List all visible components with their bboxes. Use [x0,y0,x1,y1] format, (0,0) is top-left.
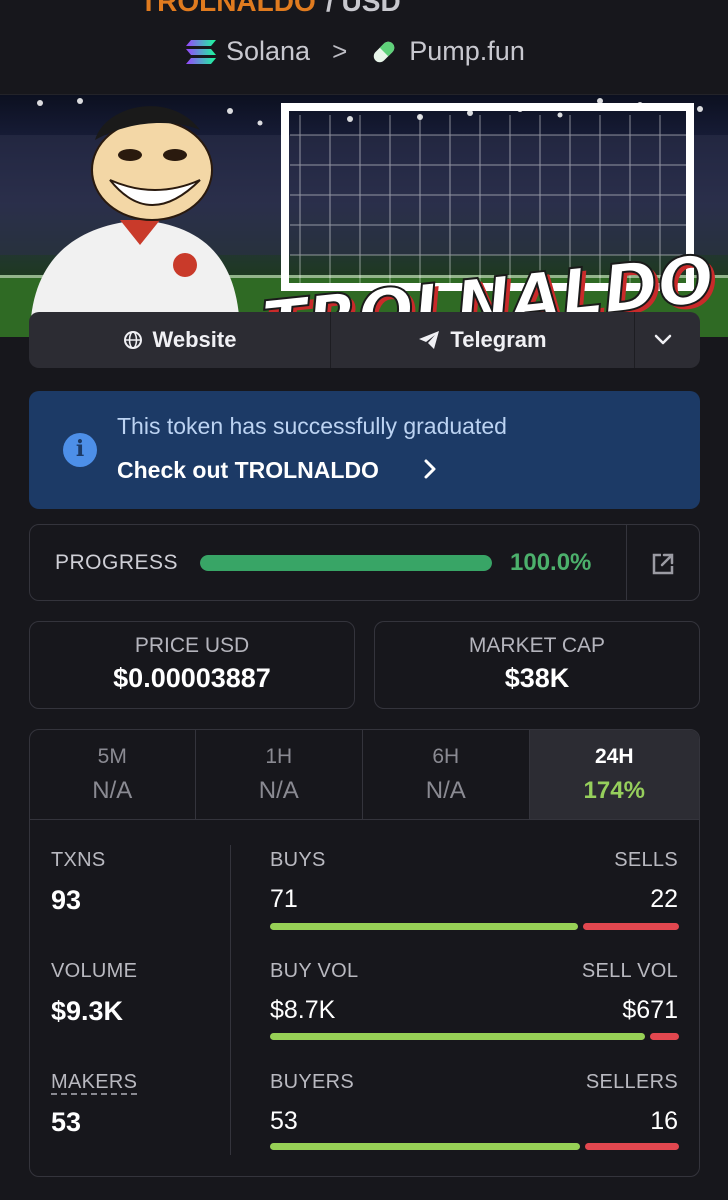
bonding-progress: PROGRESS 100.0% [29,524,700,601]
sells-label: SELLS [614,849,678,871]
price-value: $0.00003887 [113,663,271,693]
tab-label: 1H [265,745,293,768]
buyers-sellers-bar [270,1143,679,1150]
top-bar: TROLNALDO / USD Solana > Pump.fun [0,0,728,95]
more-links-button[interactable] [635,312,700,368]
volume-label: VOLUME [51,960,138,982]
volume-value: $9.3K [51,996,124,1026]
sell-vol-bar [650,1033,679,1040]
buy-vol-label: BUY VOL [270,960,359,982]
dex-name[interactable]: Pump.fun [409,36,525,67]
stats-panel: 5M N/A 1H N/A 6H N/A 24H 174% TXNS 93 VO… [29,729,700,1177]
price-label: PRICE USD [134,634,250,657]
token-title-cut: TROLNALDO / USD [0,0,728,22]
telegram-button[interactable]: Telegram [331,312,635,368]
website-label: Website [152,327,237,352]
chain-breadcrumb: Solana > Pump.fun [186,36,525,67]
sellers-bar [585,1143,679,1150]
telegram-label: Telegram [450,327,547,352]
buyers-label: BUYERS [270,1071,355,1093]
breadcrumb-separator: > [332,36,348,66]
buyers-bar [270,1143,580,1150]
stats-divider [230,845,231,1155]
tab-label: 6H [432,745,460,768]
sell-vol-label: SELL VOL [581,960,678,982]
buys-bar [270,923,578,930]
tab-label: 5M [97,745,127,768]
txns-value: 93 [51,885,82,915]
external-link-icon[interactable] [650,551,676,577]
market-cap-value: $38K [504,663,570,693]
buyers-value: 53 [270,1107,298,1135]
tab-change: N/A [258,777,299,804]
token-pair: / USD [326,0,401,17]
progress-fill [200,555,492,571]
progress-divider [626,525,627,600]
solana-icon [186,39,216,64]
timeframe-tabs: 5M N/A 1H N/A 6H N/A 24H 174% [30,730,699,820]
graduated-link[interactable]: Check out TROLNALDO [117,457,379,484]
market-cap-label: MARKET CAP [468,634,606,657]
sell-vol-value: $671 [622,996,678,1024]
buys-sells-bar [270,923,679,930]
buy-vol-bar [270,1033,645,1040]
progress-label: PROGRESS [55,551,179,574]
tab-change: 174% [583,777,645,804]
token-name: TROLNALDO [140,0,316,17]
progress-percent: 100.0% [510,549,592,576]
graduated-message: This token has successfully graduated [117,413,507,439]
tab-change: N/A [92,777,133,804]
chain-name[interactable]: Solana [226,36,310,67]
volume-split-bar [270,1033,679,1040]
chevron-right-icon[interactable] [423,458,437,480]
tab-change: N/A [425,777,466,804]
website-button[interactable]: Website [29,312,331,368]
info-icon [63,433,97,467]
price-card: PRICE USD $0.00003887 [29,621,355,709]
chevron-down-icon [654,334,671,345]
sells-value: 22 [650,885,678,913]
tab-24h[interactable]: 24H 174% [529,730,699,819]
globe-icon [123,331,142,349]
makers-label[interactable]: MAKERS [51,1071,137,1094]
banner-art: TROLNALDO TROLNALDO [0,98,728,337]
token-banner: TROLNALDO TROLNALDO [0,95,728,337]
buy-vol-value: $8.7K [270,996,336,1024]
telegram-icon [419,331,440,349]
buys-label: BUYS [270,849,326,871]
txns-label: TXNS [51,849,106,871]
tab-6h[interactable]: 6H N/A [363,730,530,819]
sellers-value: 16 [650,1107,678,1135]
graduated-notice: This token has successfully graduated Ch… [29,391,700,509]
tab-1h[interactable]: 1H N/A [196,730,363,819]
makers-value: 53 [51,1107,82,1137]
social-links-bar: Website Telegram [29,312,700,368]
market-cap-card: MARKET CAP $38K [374,621,700,709]
sells-bar [583,923,679,930]
tab-5m[interactable]: 5M N/A [30,730,196,819]
progress-bar [200,555,492,571]
sellers-label: SELLERS [585,1071,678,1093]
pill-icon [374,41,395,62]
tab-label: 24H [594,745,634,768]
buys-value: 71 [270,885,298,913]
